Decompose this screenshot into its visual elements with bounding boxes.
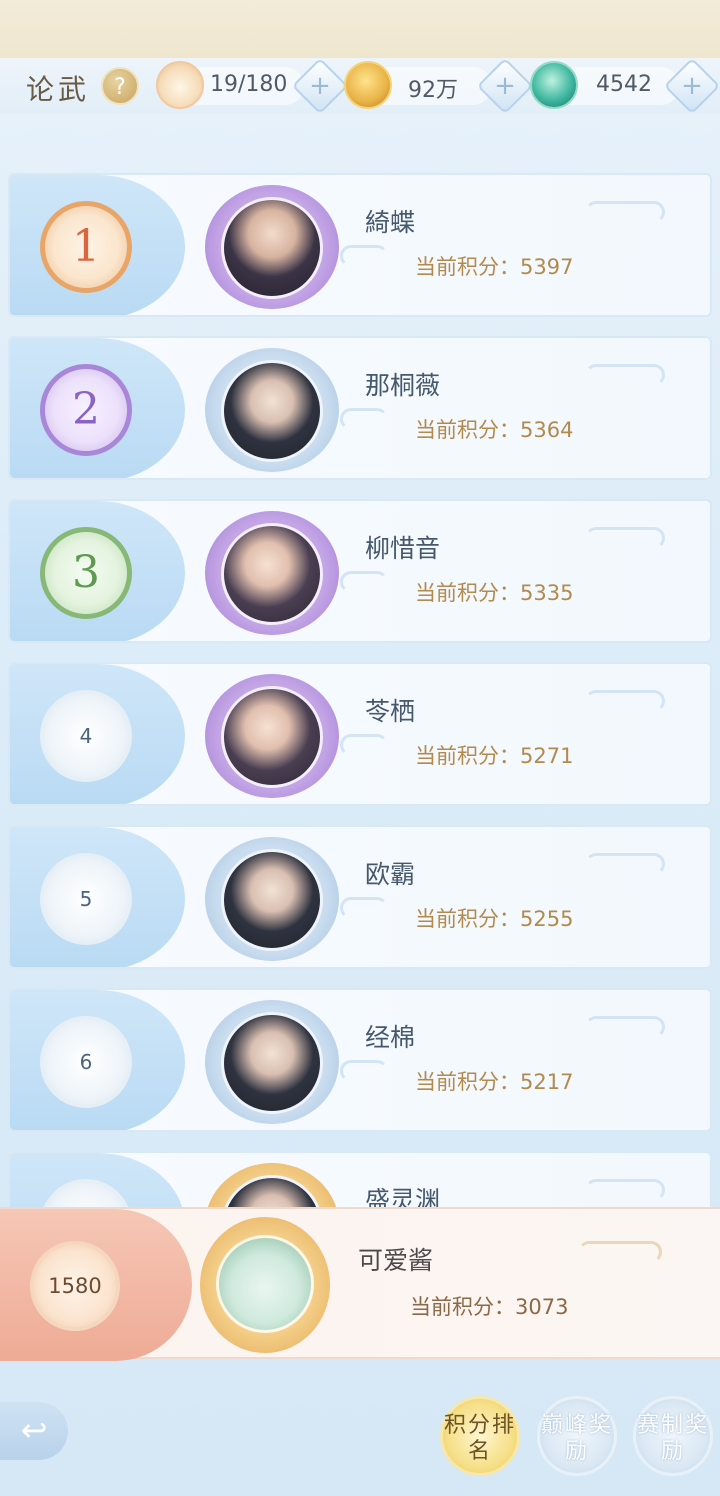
player-name: 那桐薇 [365,371,441,400]
rank-row[interactable]: 4 苓栖 当前积分：5271 [8,662,712,806]
rank-row[interactable]: 3 柳惜音 当前积分：5335 [8,499,712,643]
rank-medal: 4 [40,690,132,782]
tab-label: 巅峰奖励 [540,1413,613,1464]
avatar-frame [205,185,339,309]
tab-score-ranking[interactable]: 积分排名 [440,1396,520,1476]
avatar [221,197,323,299]
self-rank-medal: 1580 [30,1241,120,1331]
rank-medal: 1 [40,201,132,293]
tab-peak-rewards[interactable]: 巅峰奖励 [537,1396,617,1476]
cloud-ornament [340,1060,388,1082]
player-name: 柳惜音 [365,534,441,563]
avatar-frame [205,511,339,635]
player-score: 当前积分：5217 [415,1070,574,1094]
avatar [221,686,323,788]
plus-icon: + [494,71,516,101]
player-score: 当前积分：5271 [415,744,574,768]
avatar-frame [205,1000,339,1124]
avatar [221,360,323,462]
tab-label: 赛制奖励 [636,1413,709,1464]
rank-row[interactable]: 1 綺蝶 当前积分：5397 [8,173,712,317]
tab-format-rewards[interactable]: 赛制奖励 [633,1396,713,1476]
rank-medal: 5 [40,853,132,945]
cloud-ornament [585,1179,665,1201]
player-name: 经棉 [365,1023,416,1052]
cloud-ornament [585,527,665,549]
cloud-ornament [340,571,388,593]
self-avatar [216,1235,314,1333]
rank-medal: 6 [40,1016,132,1108]
avatar [221,849,323,951]
plus-icon: + [681,71,703,101]
rank-medal: 3 [40,527,132,619]
self-name: 可爱酱 [358,1246,434,1275]
player-name: 欧霸 [365,860,416,889]
tab-label: 积分排名 [443,1413,516,1464]
jade-icon [530,61,578,109]
player-score: 当前积分：5335 [415,581,574,605]
coin-icon [344,61,392,109]
cloud-ornament [340,734,388,756]
cloud-ornament [340,897,388,919]
cloud-ornament [340,408,388,430]
avatar [221,1012,323,1114]
avatar-frame [205,348,339,472]
cat-icon [156,61,204,109]
cloud-ornament [578,1241,662,1263]
cloud-ornament [585,853,665,875]
rank-row[interactable]: 5 欧霸 当前积分：5255 [8,825,712,969]
cloud-ornament [585,1016,665,1038]
rank-row[interactable]: 6 经棉 当前积分：5217 [8,988,712,1132]
player-score: 当前积分：5255 [415,907,574,931]
cloud-ornament [585,364,665,386]
help-button[interactable]: ? [101,67,139,105]
self-rank-row: 1580 可爱酱 当前积分：3073 [0,1207,720,1361]
plus-icon: + [309,71,331,101]
cloud-ornament [585,201,665,223]
coin-value: 92万 [408,78,458,103]
back-arrow-icon: ↩ [20,1411,48,1449]
avatar [221,523,323,625]
self-avatar-frame [200,1217,330,1353]
player-name: 苓栖 [365,697,416,726]
rank-medal: 2 [40,364,132,456]
self-score: 当前积分：3073 [410,1295,569,1319]
player-name: 綺蝶 [365,208,416,237]
avatar-frame [205,837,339,961]
cloud-ornament [340,245,388,267]
stamina-value: 19/180 [210,72,288,97]
cloud-ornament [585,690,665,712]
top-decor-strip [0,0,720,60]
mode-title: 论武 [26,73,91,106]
back-button[interactable]: ↩ [0,1402,68,1460]
player-score: 当前积分：5364 [415,418,574,442]
player-score: 当前积分：5397 [415,255,574,279]
jade-value: 4542 [596,72,652,97]
avatar-frame [205,674,339,798]
rank-row[interactable]: 2 那桐薇 当前积分：5364 [8,336,712,480]
